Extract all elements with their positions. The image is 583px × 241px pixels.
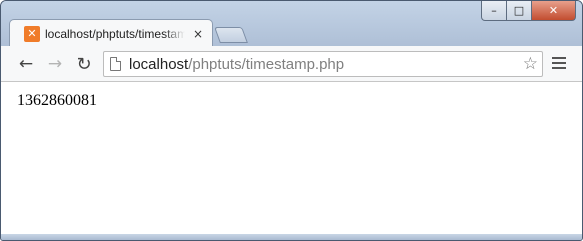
reload-icon[interactable]: ↻: [72, 52, 96, 76]
maximize-button[interactable]: □: [507, 1, 532, 21]
page-icon: [110, 57, 121, 71]
tab-close-icon[interactable]: ×: [191, 27, 205, 41]
page-content: 1362860081: [1, 82, 582, 234]
toolbar: ← → ↻ localhost/phptuts/timestamp.php ☆: [1, 46, 582, 82]
tab-title: localhost/phptuts/timestamp.php: [45, 26, 185, 41]
close-window-button[interactable]: ✕: [532, 1, 576, 21]
timestamp-text: 1362860081: [17, 92, 97, 109]
url-host: localhost: [129, 55, 189, 73]
xampp-icon: ✕: [24, 25, 40, 42]
browser-window: – □ ✕ ✕ localhost/phptuts/timestamp.php …: [0, 0, 583, 241]
menu-icon[interactable]: [551, 55, 567, 71]
url-path: /phptuts/timestamp.php: [188, 55, 345, 73]
window-bottom-border: [1, 234, 582, 240]
forward-arrow-icon[interactable]: →: [43, 52, 67, 76]
tab-active[interactable]: ✕ localhost/phptuts/timestamp.php ×: [9, 19, 213, 47]
new-tab-button[interactable]: [214, 27, 248, 43]
back-arrow-icon[interactable]: ←: [14, 52, 38, 76]
address-bar[interactable]: localhost/phptuts/timestamp.php ☆: [103, 51, 543, 77]
title-bar: – □ ✕ ✕ localhost/phptuts/timestamp.php …: [1, 1, 582, 47]
minimize-button[interactable]: –: [481, 1, 507, 21]
window-controls: – □ ✕: [481, 1, 576, 21]
bookmark-star-icon[interactable]: ☆: [523, 54, 538, 74]
